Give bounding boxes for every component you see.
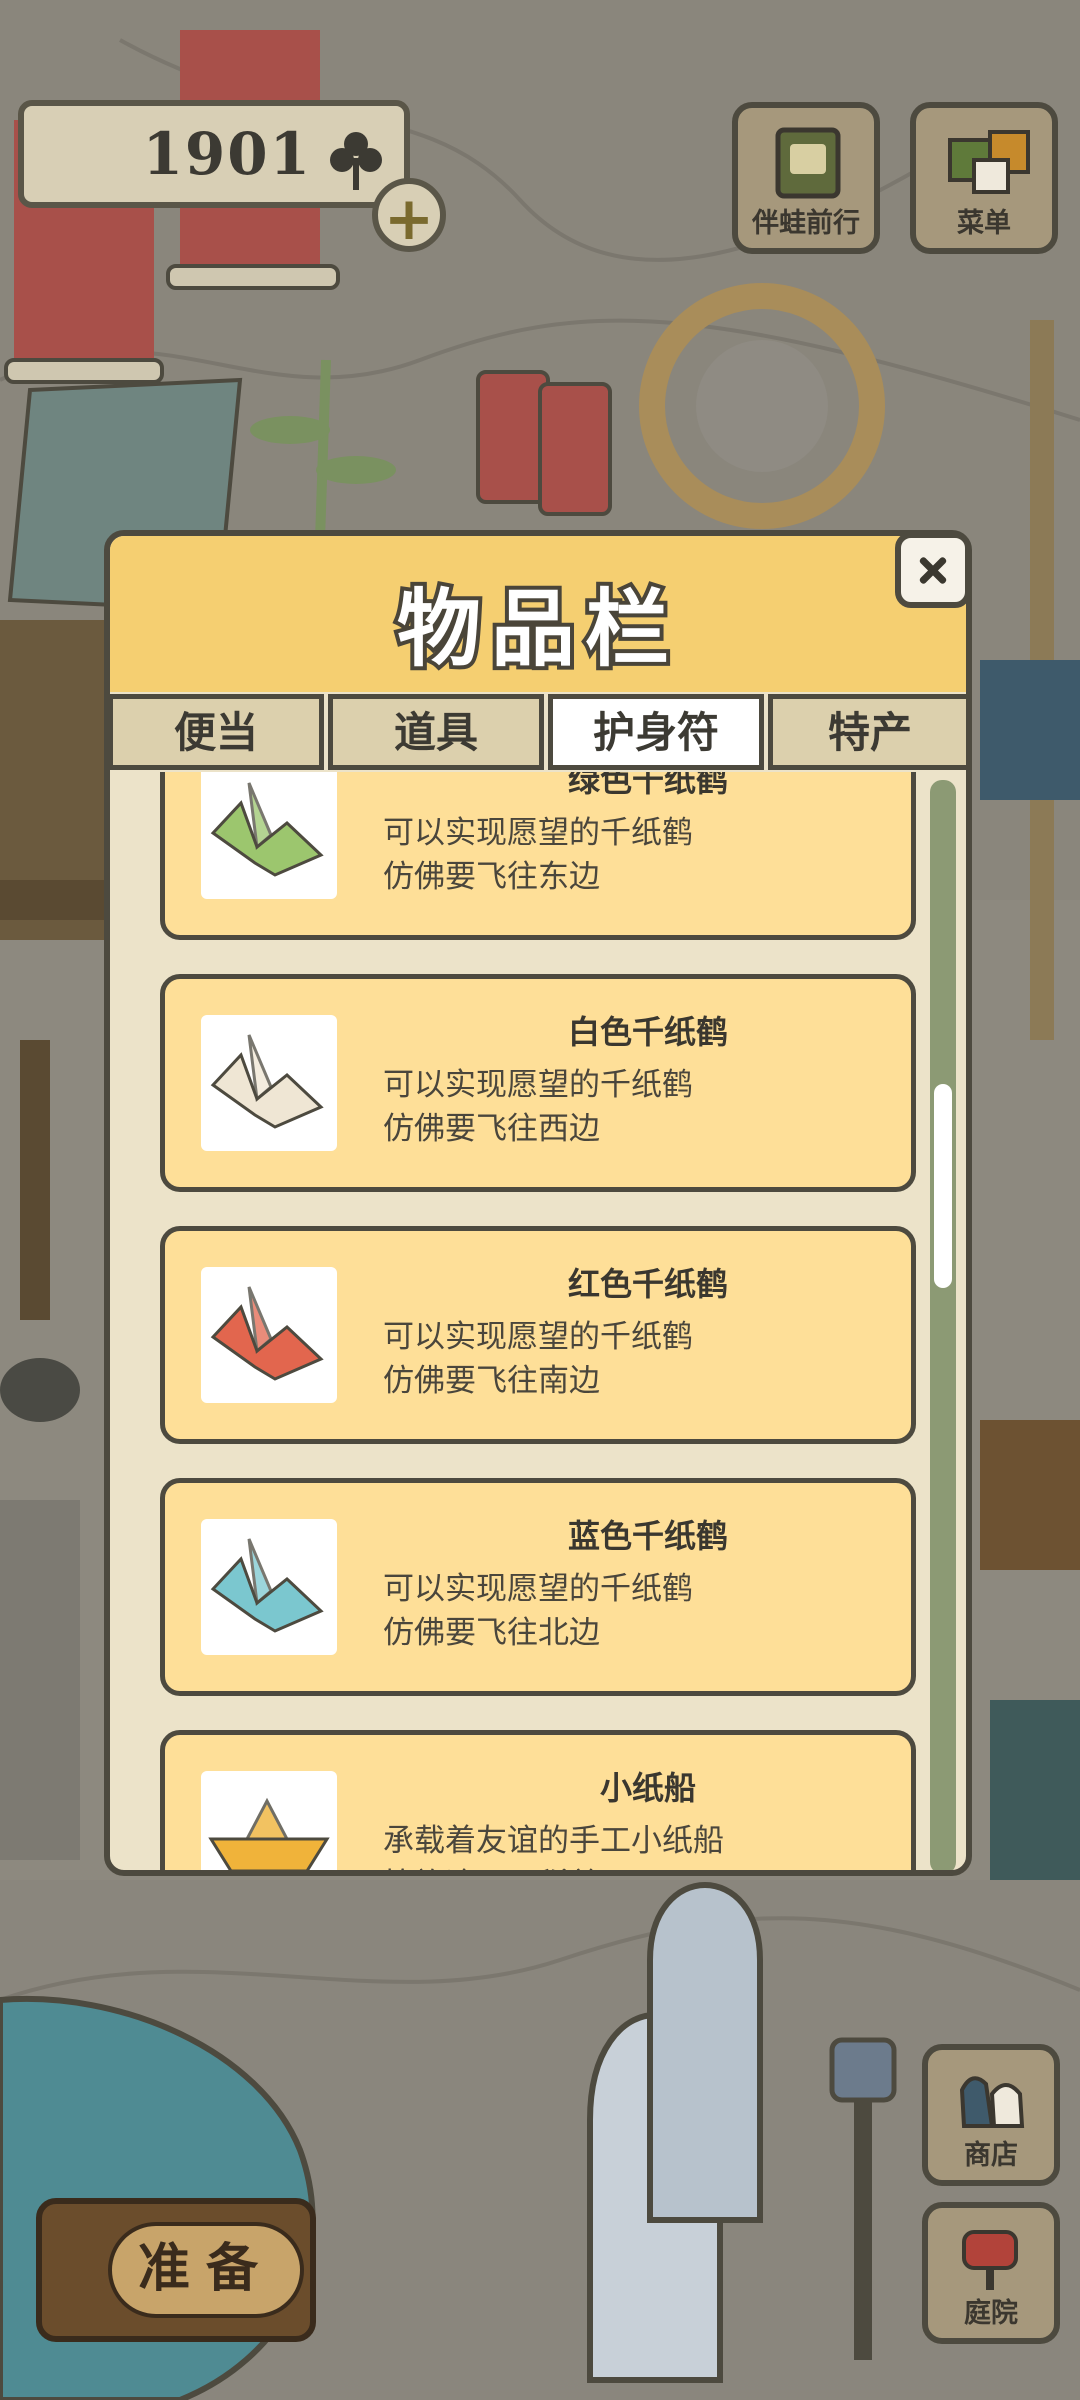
boat-sail [244, 1797, 290, 1841]
mailbox-icon [962, 2230, 1018, 2290]
travel-button[interactable]: 伴蛙前行 [732, 102, 880, 254]
travel-book-icon [775, 127, 841, 199]
shop-button[interactable]: 商店 [922, 2044, 1060, 2186]
add-clover-button[interactable]: + [372, 178, 446, 254]
item-desc-line1: 可以实现愿望的千纸鹤 [383, 1319, 693, 1355]
clover-counter: 1901 [18, 100, 410, 208]
crane-icon [210, 1034, 324, 1129]
item-desc-line2: 拉旅途平平稀盖 [383, 1859, 600, 1870]
list-item[interactable]: 1 小纸船 承载着友谊的手工小纸船 拉旅途平平稀盖 [160, 1730, 916, 1870]
item-name: 红色千纸鹤 [567, 1265, 728, 1303]
tab-charms[interactable]: 护身符 [548, 694, 764, 770]
red-crane-thumb: 2 [201, 1267, 337, 1403]
tab-tools[interactable]: 道具 [328, 694, 544, 770]
crane-icon [210, 1538, 324, 1633]
item-name: 绿色千纸鹤 [567, 772, 728, 799]
list-item[interactable]: 2 白色千纸鹤 可以实现愿望的千纸鹤 仿佛要飞往西边 [160, 974, 916, 1192]
item-desc-line1: 可以实现愿望的千纸鹤 [383, 1571, 693, 1607]
item-name: 小纸船 [599, 1769, 696, 1807]
scrollbar-thumb[interactable] [934, 1084, 952, 1288]
yard-label: 庭院 [964, 2298, 1018, 2329]
boat-hull [208, 1837, 330, 1870]
close-button[interactable] [895, 532, 971, 608]
modal-header: 物品栏 [110, 536, 966, 692]
item-desc-line2: 仿佛要飞往西边 [383, 1111, 600, 1147]
white-crane-thumb: 2 [201, 1015, 337, 1151]
shop-bag-icon [959, 2076, 1025, 2128]
tab-bento[interactable]: 便当 [110, 694, 324, 770]
list-item[interactable]: 5 蓝色千纸鹤 可以实现愿望的千纸鹤 仿佛要飞往北边 [160, 1478, 916, 1696]
scrollbar-track[interactable] [930, 780, 956, 1870]
prepare-button[interactable]: 准备 [36, 2198, 316, 2342]
green-crane-thumb: 2 [201, 772, 337, 899]
clover-icon [330, 132, 382, 190]
shop-label: 商店 [964, 2140, 1018, 2171]
blue-crane-thumb: 5 [201, 1519, 337, 1655]
inventory-modal: 物品栏 便当 道具 护身符 特产 2 绿色千纸鹤 可以实现愿望的千纸鹤 仿佛要飞… [104, 530, 972, 1876]
item-desc-line1: 可以实现愿望的千纸鹤 [383, 815, 693, 851]
modal-title: 物品栏 [393, 576, 679, 682]
menu-cards-icon [948, 130, 1030, 194]
item-name: 蓝色千纸鹤 [567, 1517, 728, 1555]
yard-button[interactable]: 庭院 [922, 2202, 1060, 2344]
crane-icon [210, 782, 324, 877]
paper-boat-thumb: 1 [201, 1771, 337, 1870]
menu-button[interactable]: 菜单 [910, 102, 1058, 254]
menu-label: 菜单 [957, 208, 1011, 239]
list-item[interactable]: 2 红色千纸鹤 可以实现愿望的千纸鹤 仿佛要飞往南边 [160, 1226, 916, 1444]
item-desc-line2: 仿佛要飞往南边 [383, 1363, 600, 1399]
crane-icon [210, 1286, 324, 1381]
item-name: 白色千纸鹤 [567, 1013, 728, 1051]
item-desc-line1: 可以实现愿望的千纸鹤 [383, 1067, 693, 1103]
item-desc-line1: 承载着友谊的手工小纸船 [383, 1823, 724, 1859]
tab-specialties[interactable]: 特产 [768, 694, 966, 770]
item-desc-line2: 仿佛要飞往东边 [383, 859, 600, 895]
list-item[interactable]: 2 绿色千纸鹤 可以实现愿望的千纸鹤 仿佛要飞往东边 [160, 772, 916, 940]
inventory-tabs: 便当 道具 护身符 特产 [110, 692, 966, 772]
clover-count: 1901 [142, 120, 312, 188]
travel-label: 伴蛙前行 [752, 208, 860, 239]
item-list[interactable]: 2 绿色千纸鹤 可以实现愿望的千纸鹤 仿佛要飞往东边 2 白色千纸鹤 可以实现愿… [160, 772, 928, 1870]
item-desc-line2: 仿佛要飞往北边 [383, 1615, 600, 1651]
prepare-label: 准备 [108, 2222, 304, 2318]
paper-boat-icon [208, 1797, 330, 1870]
